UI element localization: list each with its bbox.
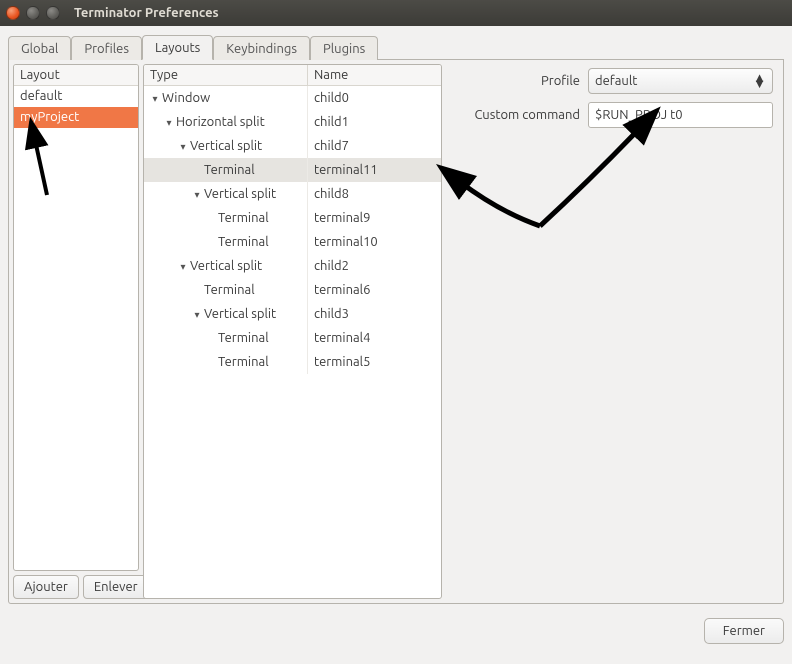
tree-row[interactable]: ▾Horizontal split child1	[144, 110, 441, 134]
tree-name-label: child1	[308, 115, 349, 129]
tree-row[interactable]: ▾Vertical split child3	[144, 302, 441, 326]
expander-icon[interactable]: ▾	[192, 189, 202, 201]
tree-name-label: terminal4	[308, 331, 370, 345]
tree-type-label: Terminal	[218, 211, 269, 225]
list-item[interactable]: default	[14, 86, 138, 107]
layout-list[interactable]: Layout default myProject	[13, 64, 139, 571]
expander-icon[interactable]: ▾	[164, 117, 174, 129]
tree-type-label: Vertical split	[190, 139, 262, 153]
profile-value: default	[595, 74, 637, 88]
tree-row[interactable]: ▾Vertical split child7	[144, 134, 441, 158]
add-button[interactable]: Ajouter	[13, 575, 79, 599]
tree-type-label: Terminal	[218, 331, 269, 345]
tree-row[interactable]: Terminal terminal9	[144, 206, 441, 230]
tree-row[interactable]: ▾Vertical split child2	[144, 254, 441, 278]
expander-icon[interactable]: ▾	[192, 309, 202, 321]
tab-plugins[interactable]: Plugins	[310, 36, 378, 60]
minimize-icon[interactable]	[26, 6, 40, 20]
tree-type-label: Vertical split	[204, 187, 276, 201]
remove-button[interactable]: Enlever	[83, 575, 149, 599]
tab-layouts[interactable]: Layouts	[142, 35, 213, 60]
expander-icon[interactable]: ▾	[150, 93, 160, 105]
tree-name-label: terminal5	[308, 355, 370, 369]
tab-global[interactable]: Global	[8, 36, 71, 60]
tree-name-label: terminal6	[308, 283, 370, 297]
expander-icon[interactable]: ▾	[178, 141, 188, 153]
tree-row[interactable]: Terminal terminal6	[144, 278, 441, 302]
custom-command-label: Custom command	[452, 108, 580, 122]
tree-name-label: child7	[308, 139, 349, 153]
tree-name-label: terminal9	[308, 211, 370, 225]
close-button[interactable]: Fermer	[704, 618, 784, 644]
tree-name-label: terminal10	[308, 235, 378, 249]
tree-name-label: child2	[308, 259, 349, 273]
tree-header-type[interactable]: Type	[144, 65, 308, 85]
tab-strip: Global Profiles Layouts Keybindings Plug…	[8, 32, 784, 60]
tree-type-label: Terminal	[204, 283, 255, 297]
window-title: Terminator Preferences	[74, 6, 219, 20]
tree-type-label: Window	[162, 91, 210, 105]
tree-type-label: Vertical split	[204, 307, 276, 321]
titlebar: Terminator Preferences	[0, 0, 792, 26]
tree-type-label: Vertical split	[190, 259, 262, 273]
tab-profiles[interactable]: Profiles	[71, 36, 142, 60]
list-item[interactable]: myProject	[14, 107, 138, 128]
profile-combo[interactable]: default ▲▼	[588, 68, 773, 94]
maximize-icon[interactable]	[46, 6, 60, 20]
close-icon[interactable]	[6, 6, 20, 20]
tree-row[interactable]: ▾Vertical split child8	[144, 182, 441, 206]
tree-name-label: child0	[308, 91, 349, 105]
tree-row[interactable]: Terminal terminal10	[144, 230, 441, 254]
layout-tree[interactable]: Type Name ▾Windowchild0▾Horizontal split…	[143, 64, 442, 599]
profile-label: Profile	[452, 74, 580, 88]
tree-row[interactable]: Terminal terminal5	[144, 350, 441, 374]
tree-row[interactable]: ▾Window child0	[144, 86, 441, 110]
expander-icon[interactable]: ▾	[178, 261, 188, 273]
tree-row[interactable]: Terminal terminal11	[144, 158, 441, 182]
tree-type-label: Terminal	[218, 235, 269, 249]
tree-header-name[interactable]: Name	[308, 65, 354, 85]
tree-type-label: Terminal	[204, 163, 255, 177]
tree-row[interactable]: Terminal terminal4	[144, 326, 441, 350]
tree-type-label: Horizontal split	[176, 115, 265, 129]
layout-list-header: Layout	[14, 65, 138, 86]
tree-name-label: child3	[308, 307, 349, 321]
tree-name-label: terminal11	[308, 163, 378, 177]
chevron-updown-icon: ▲▼	[753, 75, 766, 87]
custom-command-input[interactable]	[588, 102, 773, 128]
tab-keybindings[interactable]: Keybindings	[213, 36, 310, 60]
tree-type-label: Terminal	[218, 355, 269, 369]
tree-name-label: child8	[308, 187, 349, 201]
